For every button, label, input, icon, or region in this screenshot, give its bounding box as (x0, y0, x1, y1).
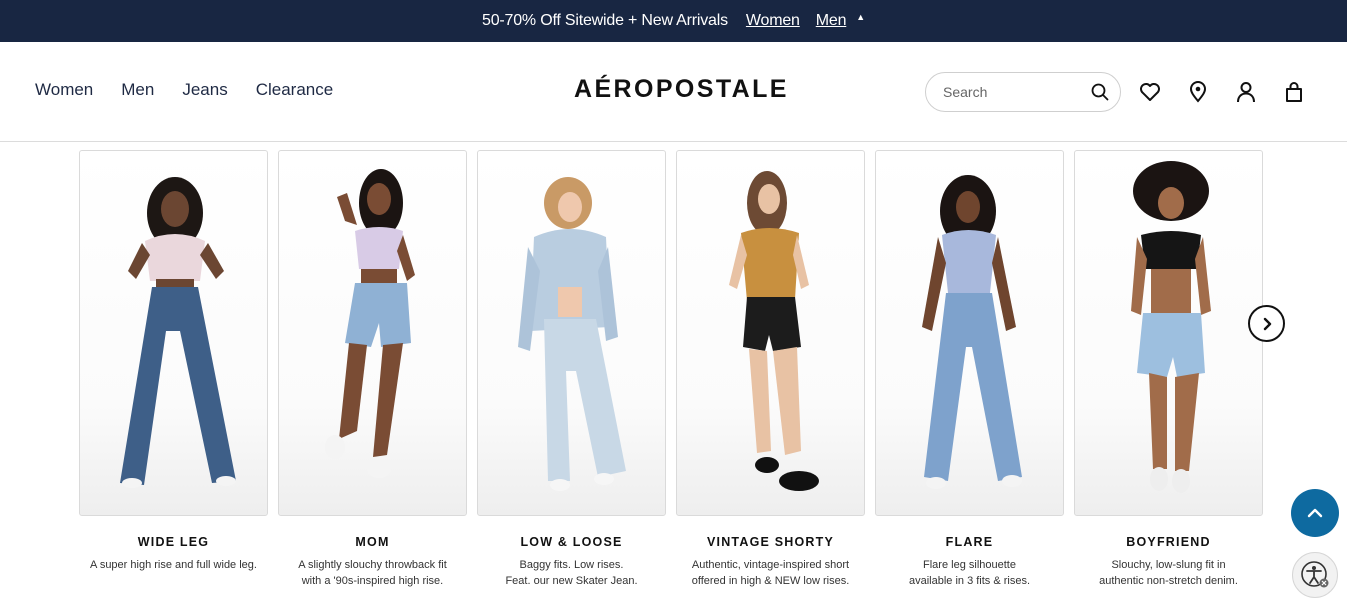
bag-icon[interactable] (1282, 80, 1306, 104)
category-card-flare[interactable]: FLARE Flare leg silhouette available in … (875, 150, 1064, 595)
category-title: FLARE (945, 535, 994, 549)
nav-item-jeans[interactable]: Jeans (182, 80, 227, 100)
category-title: BOYFRIEND (1126, 535, 1211, 549)
product-photo[interactable] (477, 150, 666, 516)
accessibility-button[interactable] (1292, 552, 1338, 598)
back-to-top-button[interactable] (1291, 489, 1339, 537)
header-icons (1138, 80, 1330, 104)
product-carousel: WIDE LEG A super high rise and full wide… (79, 150, 1269, 610)
category-title: WIDE LEG (137, 535, 210, 549)
category-title: VINTAGE SHORTY (707, 535, 834, 549)
search-input[interactable] (943, 84, 1081, 100)
search-box (925, 72, 1121, 112)
category-description: A slightly slouchy throwback fit with a … (284, 557, 462, 589)
category-description-line: Feat. our new Skater Jean. (505, 575, 638, 587)
location-icon[interactable] (1186, 80, 1210, 104)
promo-bar: 50-70% Off Sitewide + New Arrivals Women… (0, 0, 1347, 42)
category-card-boyfriend[interactable]: BOYFRIEND Slouchy, low-slung fit in auth… (1074, 150, 1263, 595)
category-description: Slouchy, low-slung fit in authentic non-… (1080, 557, 1258, 589)
product-photo[interactable] (676, 150, 865, 516)
category-card-vintage-shorty[interactable]: VINTAGE SHORTY Authentic, vintage-inspir… (676, 150, 865, 595)
promo-text: 50-70% Off Sitewide + New Arrivals (482, 12, 728, 29)
promo-link-women[interactable]: Women (746, 12, 800, 30)
category-description-line: Baggy fits. Low rises. (519, 559, 624, 571)
category-description-line: A slightly slouchy throwback fit (298, 559, 447, 571)
nav-item-women[interactable]: Women (35, 80, 93, 100)
chevron-up-icon (1307, 508, 1323, 518)
main-nav: Women Men Jeans Clearance (35, 80, 361, 100)
category-card-low-loose[interactable]: LOW & LOOSE Baggy fits. Low rises. Feat.… (477, 150, 666, 595)
heart-icon[interactable] (1138, 80, 1162, 104)
promo-link-men[interactable]: Men (816, 12, 847, 30)
carousel-next-button[interactable] (1248, 305, 1285, 342)
category-card-wide-leg[interactable]: WIDE LEG A super high rise and full wide… (79, 150, 268, 595)
promo-toggle-caret-icon[interactable]: ▲ (856, 12, 865, 22)
brand-logo[interactable]: AÉROPOSTALE (574, 75, 786, 104)
category-description: Flare leg silhouette available in 3 fits… (881, 557, 1059, 589)
category-description-line: Slouchy, low-slung fit in (1111, 559, 1226, 571)
nav-item-clearance[interactable]: Clearance (256, 80, 334, 100)
product-photo[interactable] (875, 150, 1064, 516)
account-icon[interactable] (1234, 80, 1258, 104)
accessibility-icon (1301, 561, 1329, 588)
category-description: Authentic, vintage-inspired short offere… (682, 557, 860, 589)
category-title: LOW & LOOSE (520, 535, 623, 549)
category-description-line: Flare leg silhouette (923, 559, 1016, 571)
chevron-right-icon (1263, 317, 1271, 330)
nav-item-men[interactable]: Men (121, 80, 154, 100)
product-photo[interactable] (278, 150, 467, 516)
category-description-line: offered in high & NEW low rises. (691, 575, 850, 587)
category-description-line: authentic non-stretch denim. (1099, 575, 1238, 587)
category-description-line: Authentic, vintage-inspired short (691, 559, 850, 571)
product-photo[interactable] (1074, 150, 1263, 516)
category-description-line: with a '90s-inspired high rise. (301, 575, 444, 587)
search-icon[interactable] (1090, 82, 1110, 102)
promo-link-men-label: Men (815, 12, 847, 29)
category-description-line: A super high rise and full wide leg. (90, 559, 257, 571)
category-card-mom[interactable]: MOM A slightly slouchy throwback fit wit… (278, 150, 467, 595)
category-description-line: available in 3 fits & rises. (908, 575, 1031, 587)
site-header: Women Men Jeans Clearance AÉROPOSTALE (0, 42, 1347, 142)
category-title: MOM (355, 535, 390, 549)
category-description: A super high rise and full wide leg. (85, 557, 263, 573)
category-description: Baggy fits. Low rises. Feat. our new Ska… (483, 557, 661, 589)
product-photo[interactable] (79, 150, 268, 516)
